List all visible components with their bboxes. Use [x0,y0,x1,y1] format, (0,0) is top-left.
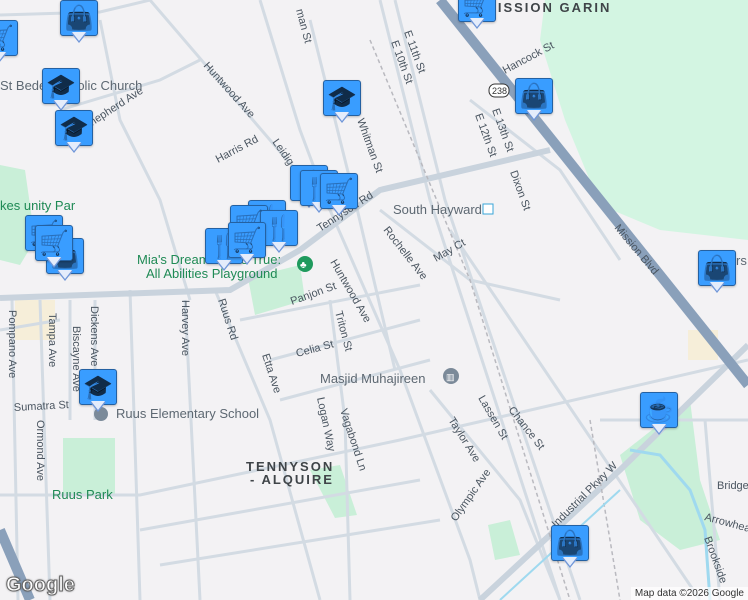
map-canvas[interactable]: Huntwood Ave Huntwood Ave Harris Rd Leid… [0,0,748,600]
marker-pointer [57,270,73,281]
street-label: Harris Rd [214,133,261,165]
coffee-cup-icon: ☕ [640,392,678,428]
map-marker-shopping-cart[interactable]: 🛒 [35,225,73,271]
map-marker-shopping-cart[interactable]: 🛒 [458,0,496,32]
shopping-bag-icon: 👜 [698,250,736,286]
street-label: man St [293,8,314,45]
marker-pointer [46,257,62,268]
map-marker-graduation-cap[interactable]: 🎓 [323,80,361,126]
map-marker-graduation-cap[interactable]: 🎓 [42,68,80,114]
map-base: Huntwood Ave Huntwood Ave Harris Rd Leid… [0,0,748,600]
map-marker-shopping-bag[interactable]: 👜 [60,0,98,46]
marker-pointer [71,32,87,43]
street-label: Ruus Rd [215,297,240,341]
marker-pointer [709,282,725,293]
map-marker-shopping-cart[interactable]: 🛒 [228,222,266,268]
svg-text:♣: ♣ [300,260,307,271]
marker-pointer [562,557,578,568]
street-label: Celia St [295,338,335,360]
graduation-cap-icon: 🎓 [79,369,117,405]
poi-label-school: Ruus Elementary School [116,406,259,421]
highway-shield-238: 238 [488,83,510,98]
street-label: Leidig [270,137,297,168]
street-label: Harvey Ave [179,300,191,356]
mosque-pin-icon: ▥ [443,368,459,384]
marker-pointer [0,52,7,63]
shopping-cart-icon: 🛒 [320,173,358,209]
street-label: Industrial Pkwy W [550,459,621,530]
street-label: Dickens Ave [88,306,100,366]
marker-pointer [526,110,542,121]
map-marker-graduation-cap[interactable]: 🎓 [55,110,93,156]
marker-pointer [331,205,347,216]
street-label: Huntwood Ave [201,60,257,121]
poi-label-right: rs [736,253,747,268]
graduation-cap-icon: 🎓 [55,110,93,146]
street-label: Pompano Ave [6,310,18,378]
marker-pointer [651,424,667,435]
map-marker-shopping-cart[interactable]: 🛒 [0,20,18,66]
map-marker-coffee-cup[interactable]: ☕ [640,392,678,438]
graduation-cap-icon: 🎓 [42,68,80,104]
street-label: Logan Way [314,396,337,453]
neighborhood-label-2: - ALQUIRE [250,472,334,487]
shopping-bag-icon: 👜 [60,0,98,36]
marker-pointer [334,112,350,123]
transit-station-icon [482,203,494,215]
google-logo[interactable]: Google [6,574,76,597]
shopping-cart-icon: 🛒 [0,20,18,56]
shopping-cart-icon: 🛒 [35,225,73,261]
park-area-hills [540,0,748,240]
marker-pointer [66,142,82,153]
shopping-bag-icon: 👜 [515,78,553,114]
poi-label-park: Ruus Park [52,487,113,502]
marker-pointer [90,401,106,412]
street-label: Sumatra St [14,399,70,414]
map-marker-shopping-bag[interactable]: 👜 [551,525,589,571]
poi-label-mission: MISSION GARIN [485,0,611,15]
svg-text:▥: ▥ [446,372,455,382]
poi-label-mosque: Masjid Muhajireen [320,371,426,386]
street-label: Rochelle Ave [381,224,430,282]
street-label: Dixon St [507,169,532,212]
shopping-cart-icon: 🛒 [228,222,266,258]
street-label: Vagabond Ln [337,407,368,472]
street-label: Lassen St [475,394,510,442]
map-marker-graduation-cap[interactable]: 🎓 [79,369,117,415]
graduation-cap-icon: 🎓 [323,80,361,116]
street-label: Tampa Ave [46,313,58,367]
map-marker-shopping-bag[interactable]: 👜 [515,78,553,124]
map-marker-shopping-cart[interactable]: 🛒 [320,173,358,219]
street-label: Bridge [717,480,748,492]
marker-pointer [239,254,255,265]
map-marker-shopping-bag[interactable]: 👜 [698,250,736,296]
marker-pointer [271,242,287,253]
park-area-bottom [488,520,520,560]
svg-text:238: 238 [492,86,507,96]
shopping-bag-icon: 👜 [551,525,589,561]
street-label: Mission Blvd [612,222,661,277]
marker-pointer [469,18,485,29]
street-label: Olympic Ave [449,467,494,524]
street-label: Brookside [701,535,729,585]
street-label: Ormond Ave [34,420,46,481]
map-attribution[interactable]: Map data ©2026 Google [630,587,748,600]
poi-label-station: South Hayward [393,202,482,217]
playground-pin-icon: ♣ [297,256,313,272]
poi-label-park-left: kes unity Par [0,198,76,213]
